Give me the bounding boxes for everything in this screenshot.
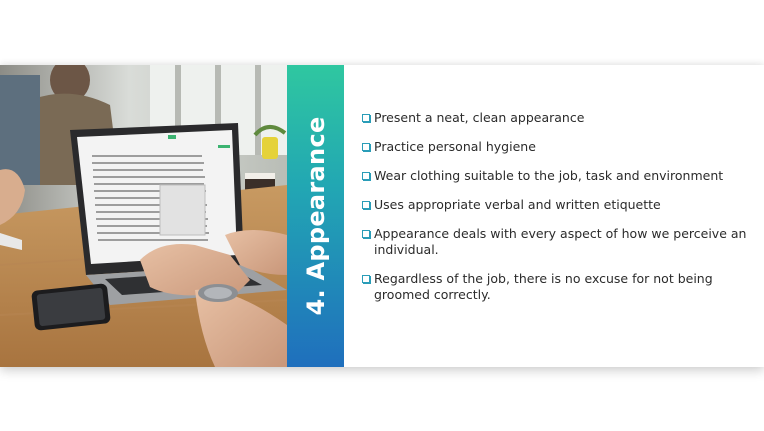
bullet-text: Regardless of the job, there is no excus… [374,271,713,302]
bullet-item: Present a neat, clean appearance [362,110,752,126]
checkbox-bullet-icon [362,230,370,238]
checkbox-bullet-icon [362,143,370,151]
laptop-workspace-photo [0,65,287,367]
bullet-text: Present a neat, clean appearance [374,110,585,125]
bullet-list: Present a neat, clean appearance Practic… [362,110,752,316]
checkbox-bullet-icon [362,114,370,122]
bullet-text: Uses appropriate verbal and written etiq… [374,197,661,212]
bullet-item: Uses appropriate verbal and written etiq… [362,197,752,213]
bullet-text: Appearance deals with every aspect of ho… [374,226,747,257]
section-title-bar: 4. Appearance [287,65,344,367]
checkbox-bullet-icon [362,172,370,180]
bullet-item: Regardless of the job, there is no excus… [362,271,752,303]
bullet-item: Practice personal hygiene [362,139,752,155]
bullet-item: Appearance deals with every aspect of ho… [362,226,752,258]
bullet-item: Wear clothing suitable to the job, task … [362,168,752,184]
checkbox-bullet-icon [362,201,370,209]
slide: 4. Appearance Present a neat, clean appe… [0,65,764,367]
checkbox-bullet-icon [362,275,370,283]
bullet-text: Wear clothing suitable to the job, task … [374,168,724,183]
bullet-text: Practice personal hygiene [374,139,536,154]
section-title: 4. Appearance [301,116,330,316]
